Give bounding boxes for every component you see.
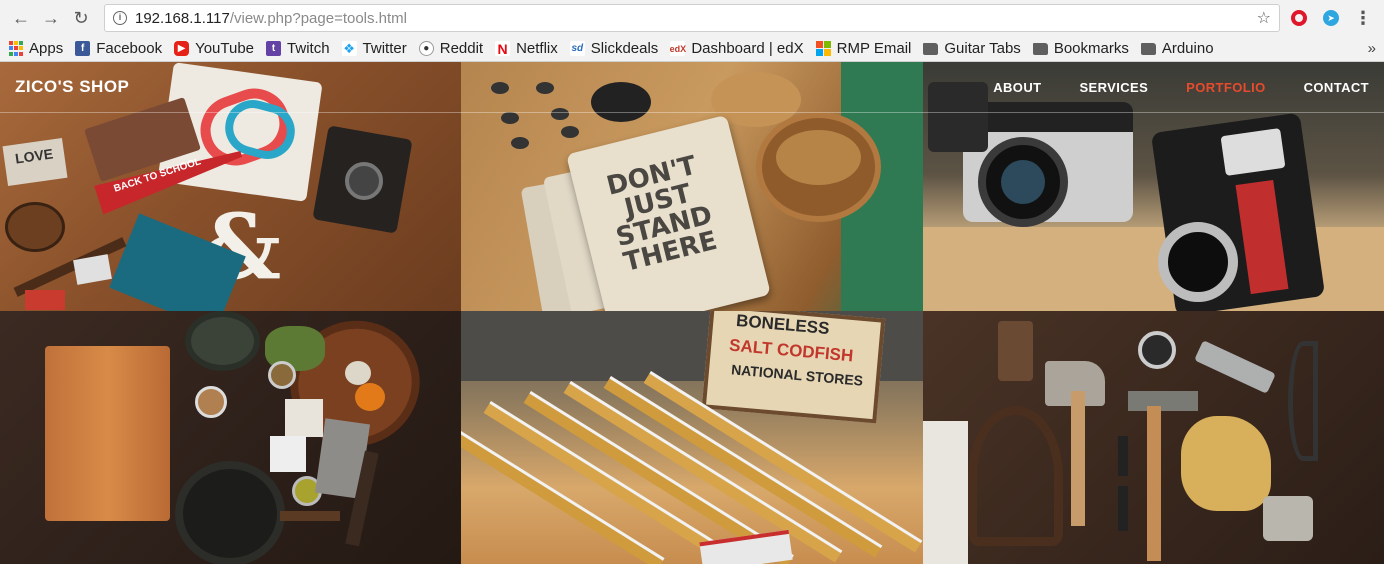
bookmark-reddit[interactable]: ● Reddit bbox=[418, 40, 484, 57]
bookmark-folder-guitar-tabs[interactable]: Guitar Tabs bbox=[923, 40, 1021, 57]
url-path: /view.php?page=tools.html bbox=[229, 9, 408, 27]
bookmark-label: Reddit bbox=[439, 40, 484, 57]
bookmark-label: Bookmarks bbox=[1053, 40, 1129, 57]
nav-portfolio[interactable]: PORTFOLIO bbox=[1186, 80, 1265, 95]
site-navbar: ZICO'S SHOP ABOUT SERVICES PORTFOLIO CON… bbox=[0, 62, 1384, 113]
bookmark-label: Twitter bbox=[362, 40, 407, 57]
reload-icon[interactable]: ↻ bbox=[68, 5, 94, 31]
browser-toolbar: ← → ↻ i 192.168.1.117/view.php?page=tool… bbox=[0, 0, 1384, 36]
bookmark-label: Guitar Tabs bbox=[944, 40, 1021, 57]
netflix-icon: N bbox=[495, 41, 511, 57]
bookmark-label: Apps bbox=[29, 40, 64, 57]
bookmark-label: YouTube bbox=[195, 40, 255, 57]
nav-about[interactable]: ABOUT bbox=[993, 80, 1041, 95]
info-icon[interactable]: i bbox=[113, 11, 127, 25]
portfolio-tile-kitchen[interactable] bbox=[0, 311, 461, 564]
folder-icon bbox=[923, 42, 939, 55]
nav-services[interactable]: SERVICES bbox=[1079, 80, 1148, 95]
bookmark-label: Netflix bbox=[516, 40, 558, 57]
facebook-icon: f bbox=[75, 41, 91, 56]
bookmark-edx[interactable]: edX Dashboard | edX bbox=[670, 40, 804, 57]
bookmark-twitch[interactable]: t Twitch bbox=[266, 40, 330, 57]
youtube-icon: ▶ bbox=[174, 41, 190, 56]
bookmark-label: Slickdeals bbox=[590, 40, 659, 57]
portfolio-tile-rulers[interactable]: BONELESS SALT CODFISH NATIONAL STORES bbox=[461, 311, 923, 564]
cast-iron-pan bbox=[175, 461, 285, 564]
portfolio-tile-tools[interactable] bbox=[923, 311, 1384, 564]
folder-icon bbox=[1032, 42, 1048, 55]
browser-menu-icon[interactable]: ⋮ bbox=[1350, 5, 1376, 31]
bookmarks-bar: Apps f Facebook ▶ YouTube t Twitch ❖ Twi… bbox=[0, 36, 1384, 62]
opera-extension-icon[interactable] bbox=[1286, 5, 1312, 31]
bookmark-star-icon[interactable]: ☆ bbox=[1257, 8, 1271, 28]
hammer bbox=[1128, 391, 1198, 411]
slickdeals-icon: sd bbox=[569, 41, 585, 56]
site-brand[interactable]: ZICO'S SHOP bbox=[15, 77, 129, 97]
bookmark-youtube[interactable]: ▶ YouTube bbox=[174, 40, 254, 57]
bookmark-folder-arduino[interactable]: Arduino bbox=[1140, 40, 1214, 57]
ice-tongs bbox=[968, 406, 1063, 546]
bookmark-label: Facebook bbox=[96, 40, 163, 57]
portfolio-grid: BACK TO SCHOOL LOVE & DON'T JUST STAND T… bbox=[0, 62, 1384, 564]
apps-grid-icon bbox=[8, 41, 23, 56]
bookmark-label: Dashboard | edX bbox=[691, 40, 804, 57]
work-gloves bbox=[1181, 416, 1271, 511]
bookmarks-overflow-icon[interactable]: » bbox=[1368, 40, 1376, 57]
forward-arrow-icon[interactable]: → bbox=[38, 5, 64, 31]
bookmark-label: RMP Email bbox=[836, 40, 912, 57]
bookmark-apps[interactable]: Apps bbox=[8, 40, 63, 57]
bookmark-label: Arduino bbox=[1161, 40, 1214, 57]
bookmark-label: Twitch bbox=[287, 40, 330, 57]
edx-icon: edX bbox=[670, 41, 686, 56]
telegram-extension-icon[interactable]: ➤ bbox=[1318, 5, 1344, 31]
twitter-icon: ❖ bbox=[341, 40, 357, 56]
bookmark-facebook[interactable]: f Facebook bbox=[75, 40, 162, 57]
bookmark-folder-bookmarks[interactable]: Bookmarks bbox=[1032, 40, 1129, 57]
site-menu: ABOUT SERVICES PORTFOLIO CONTACT bbox=[955, 80, 1369, 95]
bookmark-rmp-email[interactable]: RMP Email bbox=[815, 40, 912, 57]
nav-contact[interactable]: CONTACT bbox=[1304, 80, 1369, 95]
microsoft-icon bbox=[815, 41, 831, 56]
bookmark-slickdeals[interactable]: sd Slickdeals bbox=[569, 40, 659, 57]
back-arrow-icon[interactable]: ← bbox=[8, 5, 34, 31]
url-host: 192.168.1.117 bbox=[135, 9, 230, 27]
cutting-board bbox=[45, 346, 170, 521]
twitch-icon: t bbox=[266, 41, 282, 56]
bookmark-twitter[interactable]: ❖ Twitter bbox=[341, 40, 407, 57]
bookmark-netflix[interactable]: N Netflix bbox=[495, 40, 558, 57]
page-content: BACK TO SCHOOL LOVE & DON'T JUST STAND T… bbox=[0, 62, 1384, 564]
mortar-and-pestle bbox=[185, 311, 260, 371]
folder-icon bbox=[1140, 42, 1156, 55]
address-bar[interactable]: i 192.168.1.117/view.php?page=tools.html… bbox=[104, 4, 1280, 32]
reddit-icon: ● bbox=[418, 41, 434, 56]
